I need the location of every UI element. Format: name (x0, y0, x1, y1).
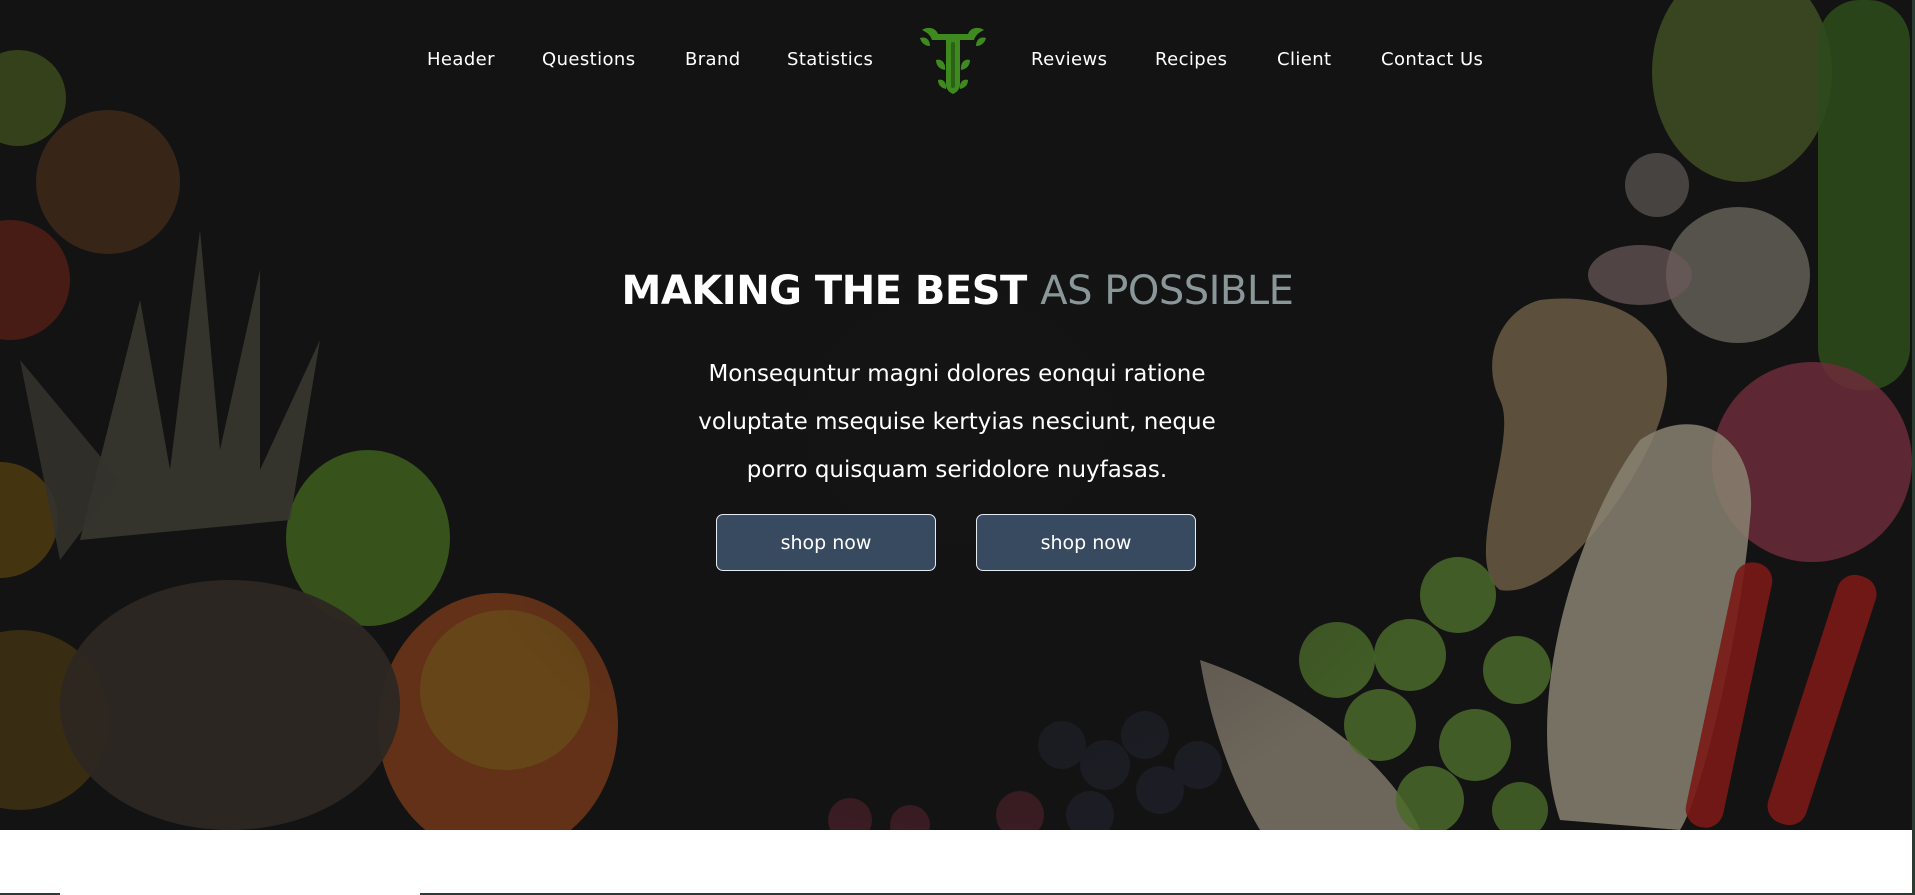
shop-now-button[interactable]: shop now (716, 514, 936, 571)
hero-description-line: Monsequntur magni dolores eonqui ratione (708, 361, 1206, 387)
nav-link-brand[interactable]: Brand (685, 49, 741, 70)
hero-title-strong: MAKING THE BEST (621, 268, 1028, 314)
hero-description-line: porro quisquam seridolore nuyfasas. (746, 457, 1168, 483)
nav-link-questions[interactable]: Questions (542, 49, 636, 70)
hero-title: MAKING THE BEST AS POSSIBLE (0, 268, 1915, 314)
nav-link-recipes[interactable]: Recipes (1155, 49, 1227, 70)
nav-link-reviews[interactable]: Reviews (1031, 49, 1107, 70)
hero-section: Header Questions Brand Statistics Review… (0, 0, 1915, 830)
next-section (0, 830, 1915, 895)
hero-description: Monsequntur magni dolores eonqui ratione… (637, 350, 1277, 494)
top-navigation: Header Questions Brand Statistics Review… (0, 0, 1915, 120)
nav-link-statistics[interactable]: Statistics (787, 49, 873, 70)
hero-title-light: AS POSSIBLE (1040, 268, 1294, 314)
nav-link-client[interactable]: Client (1277, 49, 1332, 70)
shop-now-button-secondary[interactable]: shop now (976, 514, 1196, 571)
nav-link-header[interactable]: Header (427, 49, 495, 70)
tree-letter-t-logo-icon[interactable] (918, 24, 988, 96)
nav-link-contact-us[interactable]: Contact Us (1381, 49, 1483, 70)
hero-description-line: voluptate msequise kertyias nesciunt, ne… (698, 409, 1216, 435)
